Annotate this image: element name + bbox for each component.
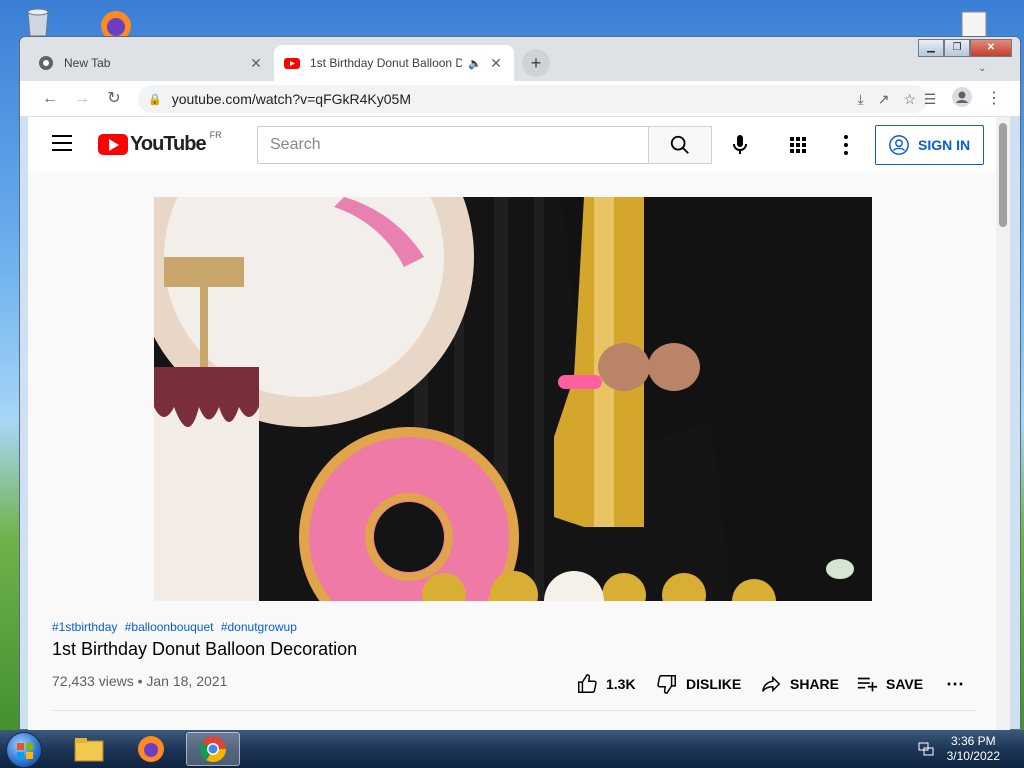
view-count-and-date: 72,433 views • Jan 18, 2021 xyxy=(52,673,228,689)
new-tab-button[interactable]: + xyxy=(522,49,550,77)
search-button[interactable] xyxy=(648,126,712,164)
playlist-add-icon xyxy=(857,677,878,692)
address-bar[interactable]: 🔒 youtube.com/watch?v=qFGkR4Ky05M ⤓ ↗ ☆ xyxy=(138,85,928,113)
thumbs-down-icon xyxy=(657,675,676,694)
tab-strip: New Tab ✕ 1st Birthday Donut Balloon D 🔈… xyxy=(20,37,1020,81)
system-clock[interactable]: 3:36 PM 3/10/2022 xyxy=(947,734,1000,764)
tab-youtube-video[interactable]: 1st Birthday Donut Balloon D 🔈 ✕ xyxy=(274,45,514,81)
reload-button[interactable]: ↻ xyxy=(102,87,126,111)
tab-new-tab[interactable]: New Tab ✕ xyxy=(28,45,274,81)
divider xyxy=(52,710,976,711)
tab-title: New Tab xyxy=(64,56,111,70)
taskbar-firefox[interactable] xyxy=(124,732,178,766)
recycle-bin-desktop-icon[interactable] xyxy=(20,4,56,40)
lock-icon[interactable]: 🔒 xyxy=(148,93,162,106)
sign-in-label: SIGN IN xyxy=(918,137,971,153)
page-scrollbar[interactable] xyxy=(996,117,1010,731)
apps-grid-icon[interactable] xyxy=(790,137,806,153)
windows-logo-icon xyxy=(17,743,33,759)
sign-in-button[interactable]: SIGN IN xyxy=(875,125,984,165)
speaker-icon[interactable]: 🔈 xyxy=(468,57,482,70)
profile-avatar-icon[interactable] xyxy=(950,87,974,111)
account-icon xyxy=(889,135,909,155)
omnibox-actions: ⤓ ↗ ☆ xyxy=(858,85,917,113)
hamburger-menu-icon[interactable] xyxy=(52,135,72,151)
start-button[interactable] xyxy=(6,732,42,768)
install-icon[interactable]: ⤓ xyxy=(858,91,864,108)
clock-time: 3:36 PM xyxy=(950,734,996,748)
save-button[interactable]: SAVE xyxy=(856,671,923,697)
close-window-button[interactable]: ✕ xyxy=(970,39,1012,57)
search-input[interactable]: Search xyxy=(257,126,649,164)
close-tab-icon[interactable]: ✕ xyxy=(488,55,504,72)
window-controls: ▁ ❐ ✕ xyxy=(918,39,1012,57)
restore-button[interactable]: ❐ xyxy=(944,39,970,57)
back-button[interactable]: ← xyxy=(38,87,62,111)
microphone-icon xyxy=(733,135,747,154)
clock-date: 3/10/2022 xyxy=(946,749,1000,763)
hashtag-link[interactable]: #donutgrowup xyxy=(221,620,297,634)
folder-icon xyxy=(74,738,104,762)
taskbar-explorer[interactable] xyxy=(62,732,116,766)
youtube-header: YouTube FR Search SIGN IN xyxy=(28,117,996,173)
scrollbar-thumb[interactable] xyxy=(999,123,1007,227)
video-frame-image xyxy=(154,197,872,601)
media-control-icon[interactable]: ☰ xyxy=(918,87,942,111)
share-page-icon[interactable]: ↗ xyxy=(878,91,890,108)
firefox-icon xyxy=(138,736,164,762)
youtube-wordmark: YouTube xyxy=(130,133,207,155)
video-title: 1st Birthday Donut Balloon Decoration xyxy=(52,639,358,659)
hashtag-link[interactable]: #balloonbouquet xyxy=(125,620,214,634)
share-arrow-icon xyxy=(762,675,781,693)
minimize-button[interactable]: ▁ xyxy=(918,39,944,57)
chrome-menu-icon[interactable]: ⋮ xyxy=(982,87,1006,111)
youtube-logo[interactable]: YouTube FR xyxy=(98,129,222,156)
region-code: FR xyxy=(209,129,222,140)
dislike-label: DISLIKE xyxy=(686,676,742,692)
hashtag-link[interactable]: #1stbirthday xyxy=(52,620,117,634)
taskbar-chrome[interactable] xyxy=(186,732,240,766)
close-tab-icon[interactable]: ✕ xyxy=(248,55,264,72)
youtube-page: YouTube FR Search SIGN IN #1stbirthday #… xyxy=(28,117,996,731)
save-label: SAVE xyxy=(886,676,924,692)
search-icon xyxy=(670,135,689,154)
network-icon[interactable] xyxy=(918,742,934,756)
voice-search-button[interactable] xyxy=(726,131,754,159)
thumbs-up-icon xyxy=(578,674,597,693)
url-text: youtube.com/watch?v=qFGkR4Ky05M xyxy=(171,91,411,107)
share-label: SHARE xyxy=(790,676,840,692)
chrome-favicon-icon xyxy=(39,56,53,70)
more-actions-button[interactable]: ⋯ xyxy=(946,671,964,697)
share-button[interactable]: SHARE xyxy=(760,671,839,697)
windows-taskbar: 3:36 PM 3/10/2022 xyxy=(0,730,1024,768)
like-button[interactable]: 1.3K xyxy=(576,671,636,697)
dislike-button[interactable]: DISLIKE xyxy=(656,671,741,697)
forward-button[interactable]: → xyxy=(70,87,94,111)
tab-title: 1st Birthday Donut Balloon D xyxy=(310,56,463,70)
hashtag-list: #1stbirthday #balloonbouquet #donutgrowu… xyxy=(52,620,301,634)
profile-dropdown-icon[interactable]: ⌄ xyxy=(978,63,986,74)
bookmark-star-icon[interactable]: ☆ xyxy=(903,91,916,108)
chrome-icon xyxy=(199,736,227,763)
youtube-play-icon xyxy=(98,134,128,155)
youtube-favicon-icon xyxy=(284,58,300,69)
like-count: 1.3K xyxy=(606,676,636,692)
chrome-window: New Tab ✕ 1st Birthday Donut Balloon D 🔈… xyxy=(19,36,1021,731)
browser-toolbar: ← → ↻ 🔒 youtube.com/watch?v=qFGkR4Ky05M … xyxy=(20,81,1020,117)
settings-menu-icon[interactable] xyxy=(844,135,848,155)
video-player[interactable] xyxy=(154,197,872,601)
